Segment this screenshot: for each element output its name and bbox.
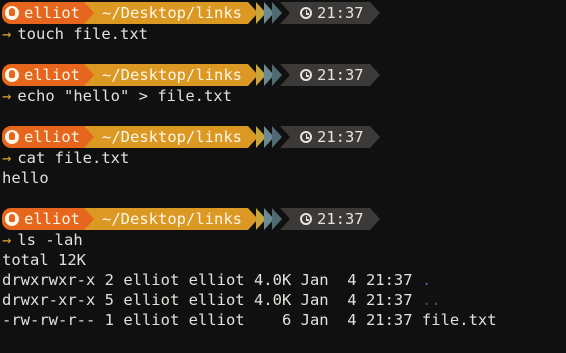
prompt-path: ~/Desktop/links bbox=[102, 66, 242, 84]
terminal-window[interactable]: elliot ~/Desktop/links 21:37 → touch file… bbox=[0, 0, 566, 353]
user-icon bbox=[5, 212, 19, 226]
command-text: echo "hello" > file.txt bbox=[17, 87, 232, 105]
prompt-bar: elliot ~/Desktop/links 21:37 bbox=[2, 64, 566, 86]
prompt-user: elliot bbox=[24, 4, 80, 22]
prompt-time: 21:37 bbox=[316, 66, 364, 84]
prompt-user: elliot bbox=[24, 128, 80, 146]
prompt-time-segment: 21:37 bbox=[279, 2, 380, 24]
prompt-arrow-icon: → bbox=[2, 25, 12, 43]
clock-icon bbox=[299, 213, 312, 225]
prompt-bar: elliot ~/Desktop/links 21:37 bbox=[2, 126, 566, 148]
command-line: → cat file.txt bbox=[2, 148, 566, 168]
prompt-user-segment: elliot bbox=[2, 208, 94, 230]
prompt-user-segment: elliot bbox=[2, 64, 94, 86]
output-line: hello bbox=[2, 169, 49, 187]
command-block: elliot ~/Desktop/links 21:37 → touch file… bbox=[2, 2, 566, 44]
prompt-chevrons bbox=[247, 64, 282, 86]
command-line: → ls -lah bbox=[2, 230, 566, 250]
prompt-time: 21:37 bbox=[316, 210, 364, 228]
command-block: elliot ~/Desktop/links 21:37 → cat file.t… bbox=[2, 126, 566, 188]
prompt-time: 21:37 bbox=[316, 128, 364, 146]
command-block: elliot ~/Desktop/links 21:37 → ls -lah to… bbox=[2, 208, 566, 330]
listing-row: drwxrwxr-x 2 elliot elliot 4.0K Jan 4 21… bbox=[2, 270, 566, 290]
user-icon bbox=[5, 130, 19, 144]
prompt-user-segment: elliot bbox=[2, 2, 94, 24]
prompt-path-segment: ~/Desktop/links bbox=[84, 2, 248, 24]
prompt-time: 21:37 bbox=[316, 4, 364, 22]
prompt-arrow-icon: → bbox=[2, 149, 12, 167]
listing-row: -rw-rw-r-- 1 elliot elliot 6 Jan 4 21:37… bbox=[2, 311, 497, 329]
listing-row: drwxr-xr-x 5 elliot elliot 4.0K Jan 4 21… bbox=[2, 290, 566, 310]
prompt-path: ~/Desktop/links bbox=[102, 4, 242, 22]
prompt-time-segment: 21:37 bbox=[279, 64, 380, 86]
output-line: total 12K bbox=[2, 251, 86, 269]
prompt-path-segment: ~/Desktop/links bbox=[84, 64, 248, 86]
prompt-user: elliot bbox=[24, 66, 80, 84]
listing-text: drwxrwxr-x 2 elliot elliot 4.0K Jan 4 21… bbox=[2, 271, 422, 289]
user-icon bbox=[5, 68, 19, 82]
prompt-path: ~/Desktop/links bbox=[102, 128, 242, 146]
prompt-bar: elliot ~/Desktop/links 21:37 bbox=[2, 208, 566, 230]
prompt-time-segment: 21:37 bbox=[279, 208, 380, 230]
prompt-chevrons bbox=[247, 126, 282, 148]
dir-name: .. bbox=[421, 291, 441, 309]
command-block: elliot ~/Desktop/links 21:37 → echo "hell… bbox=[2, 64, 566, 106]
user-icon bbox=[5, 6, 19, 20]
command-line: → echo "hello" > file.txt bbox=[2, 86, 566, 106]
prompt-chevrons bbox=[247, 2, 282, 24]
dir-name: . bbox=[421, 271, 432, 289]
prompt-time-segment: 21:37 bbox=[279, 126, 380, 148]
command-line: → touch file.txt bbox=[2, 24, 566, 44]
clock-icon bbox=[299, 69, 312, 81]
prompt-arrow-icon: → bbox=[2, 87, 12, 105]
clock-icon bbox=[299, 131, 312, 143]
prompt-path-segment: ~/Desktop/links bbox=[84, 126, 248, 148]
clock-icon bbox=[299, 7, 312, 19]
prompt-chevrons bbox=[247, 208, 282, 230]
prompt-path-segment: ~/Desktop/links bbox=[84, 208, 248, 230]
prompt-user: elliot bbox=[24, 210, 80, 228]
prompt-bar: elliot ~/Desktop/links 21:37 bbox=[2, 2, 566, 24]
command-text: cat file.txt bbox=[17, 149, 130, 167]
command-text: ls -lah bbox=[17, 231, 83, 249]
prompt-arrow-icon: → bbox=[2, 231, 12, 249]
command-text: touch file.txt bbox=[17, 25, 148, 43]
listing-text: drwxr-xr-x 5 elliot elliot 4.0K Jan 4 21… bbox=[2, 291, 422, 309]
prompt-path: ~/Desktop/links bbox=[102, 210, 242, 228]
prompt-user-segment: elliot bbox=[2, 126, 94, 148]
